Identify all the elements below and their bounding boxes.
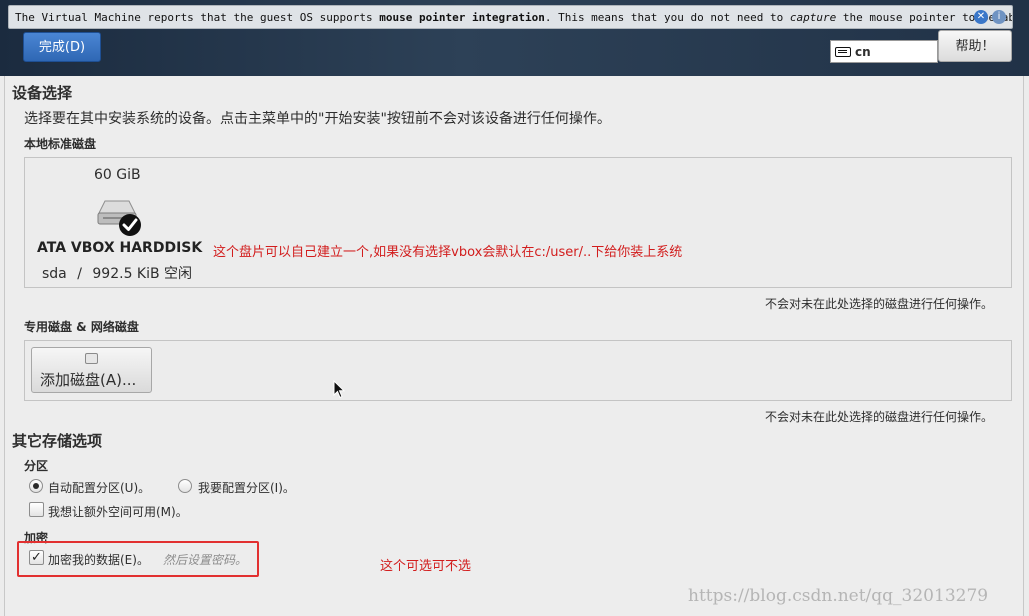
add-disk-icon xyxy=(85,353,98,364)
encrypt-hint: 然后设置密码。 xyxy=(163,553,248,567)
notice-text-2: . This means that you do not need to xyxy=(544,11,790,24)
auto-partition-label[interactable]: 自动配置分区(U)。 xyxy=(48,479,150,496)
manual-partition-radio[interactable] xyxy=(178,479,192,493)
info-icon[interactable]: i xyxy=(992,10,1006,24)
other-options-title: 其它存储选项 xyxy=(12,432,103,450)
installer-header: The Virtual Machine reports that the gue… xyxy=(0,0,1029,76)
disk-name: ATA VBOX HARDDISK xyxy=(37,240,203,256)
partition-title: 分区 xyxy=(24,459,49,473)
extra-space-checkbox[interactable] xyxy=(29,502,44,517)
help-button[interactable]: 帮助！ xyxy=(938,30,1012,62)
auto-partition-radio[interactable] xyxy=(29,479,43,493)
notice-text-italic: capture xyxy=(789,11,837,24)
mouse-integration-notice: The Virtual Machine reports that the gue… xyxy=(8,5,1013,29)
add-disk-label: 添加磁盘(A)... xyxy=(40,371,137,389)
disk-separator: / xyxy=(77,266,82,282)
manual-partition-label[interactable]: 我要配置分区(I)。 xyxy=(198,479,295,496)
local-disks-panel: 60 GiB ATA VBOX HARDDISK 这个盘片可以自己建立一个,如果… xyxy=(24,157,1012,288)
keyboard-layout-indicator[interactable]: cn xyxy=(830,40,938,63)
specialized-disks-title: 专用磁盘 & 网络磁盘 xyxy=(24,320,139,334)
encrypt-annotation: 这个可选可不选 xyxy=(380,559,472,574)
local-disks-note: 不会对未在此处选择的磁盘进行任何操作。 xyxy=(765,297,994,311)
local-disks-title: 本地标准磁盘 xyxy=(24,137,97,151)
done-button[interactable]: 完成(D) xyxy=(23,32,101,62)
extra-space-label[interactable]: 我想让额外空间可用(M)。 xyxy=(48,503,188,520)
disk-device: sda xyxy=(42,266,67,282)
disk-free-space: 992.5 KiB 空闲 xyxy=(92,266,193,282)
device-selection-title: 设备选择 xyxy=(12,84,73,102)
notice-text-1: The Virtual Machine reports that the gue… xyxy=(15,11,380,24)
keyboard-icon xyxy=(835,46,851,57)
encrypt-data-label[interactable]: 加密我的数据(E)。 xyxy=(48,551,149,568)
disk-size: 60 GiB xyxy=(94,167,141,183)
notice-text-bold: mouse pointer integration xyxy=(379,11,545,24)
watermark-url: https://blog.csdn.net/qq_32013279 xyxy=(688,586,989,606)
encrypt-data-checkbox[interactable]: ✓ xyxy=(29,550,44,565)
close-notice-icon[interactable]: ✕ xyxy=(974,10,988,24)
specialized-disks-note: 不会对未在此处选择的磁盘进行任何操作。 xyxy=(765,410,994,424)
disk-info: sda / 992.5 KiB 空闲 xyxy=(42,263,192,283)
specialized-disks-panel xyxy=(24,340,1012,401)
keyboard-layout-label: cn xyxy=(855,44,871,59)
main-content: 设备选择 选择要在其中安装系统的设备。点击主菜单中的"开始安装"按钮前不会对该设… xyxy=(4,76,1024,616)
device-selection-description: 选择要在其中安装系统的设备。点击主菜单中的"开始安装"按钮前不会对该设备进行任何… xyxy=(24,111,611,127)
disk-annotation: 这个盘片可以自己建立一个,如果没有选择vbox会默认在c:/user/..下给你… xyxy=(213,245,683,260)
add-disk-button[interactable]: 添加磁盘(A)... xyxy=(31,347,152,393)
harddisk-selected-icon[interactable] xyxy=(95,195,143,237)
